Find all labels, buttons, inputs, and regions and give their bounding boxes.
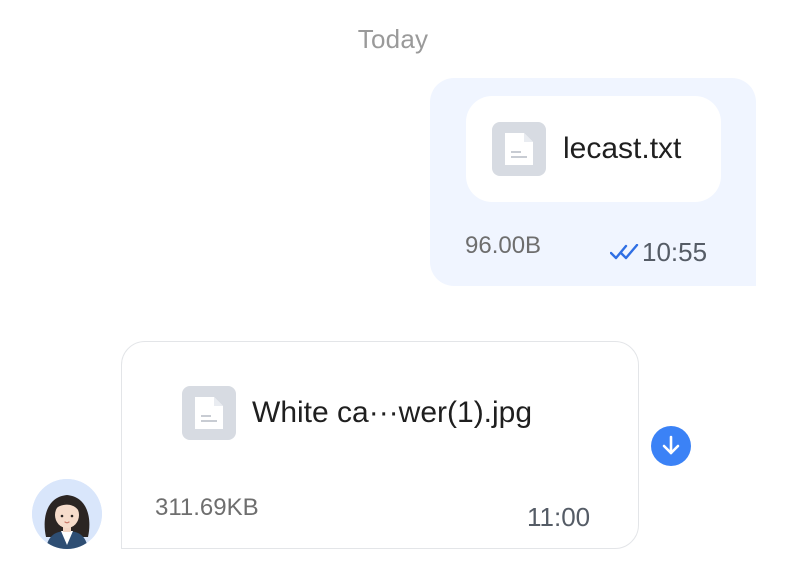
download-icon[interactable] [651,426,691,466]
file-name: White ca···wer(1).jpg [252,396,533,429]
file-name: lecast.txt [563,132,682,165]
outgoing-file-message[interactable]: lecast.txt 96.00B 10:55 [430,78,756,286]
date-divider: Today [357,24,429,54]
file-size: 311.69KB [155,494,259,521]
chat-view: Today lecast.txt 96.00B 10:55 White ca··… [0,0,786,564]
document-icon [182,386,236,440]
incoming-file-message[interactable]: White ca···wer(1).jpg 311.69KB 11:00 [121,341,639,549]
message-time: 11:00 [527,502,591,532]
avatar[interactable] [32,479,102,549]
double-check-icon [609,243,640,265]
message-time: 10:55 [642,237,708,267]
file-card[interactable]: lecast.txt [466,96,721,202]
document-icon [492,122,546,176]
file-size: 96.00B [465,232,542,259]
